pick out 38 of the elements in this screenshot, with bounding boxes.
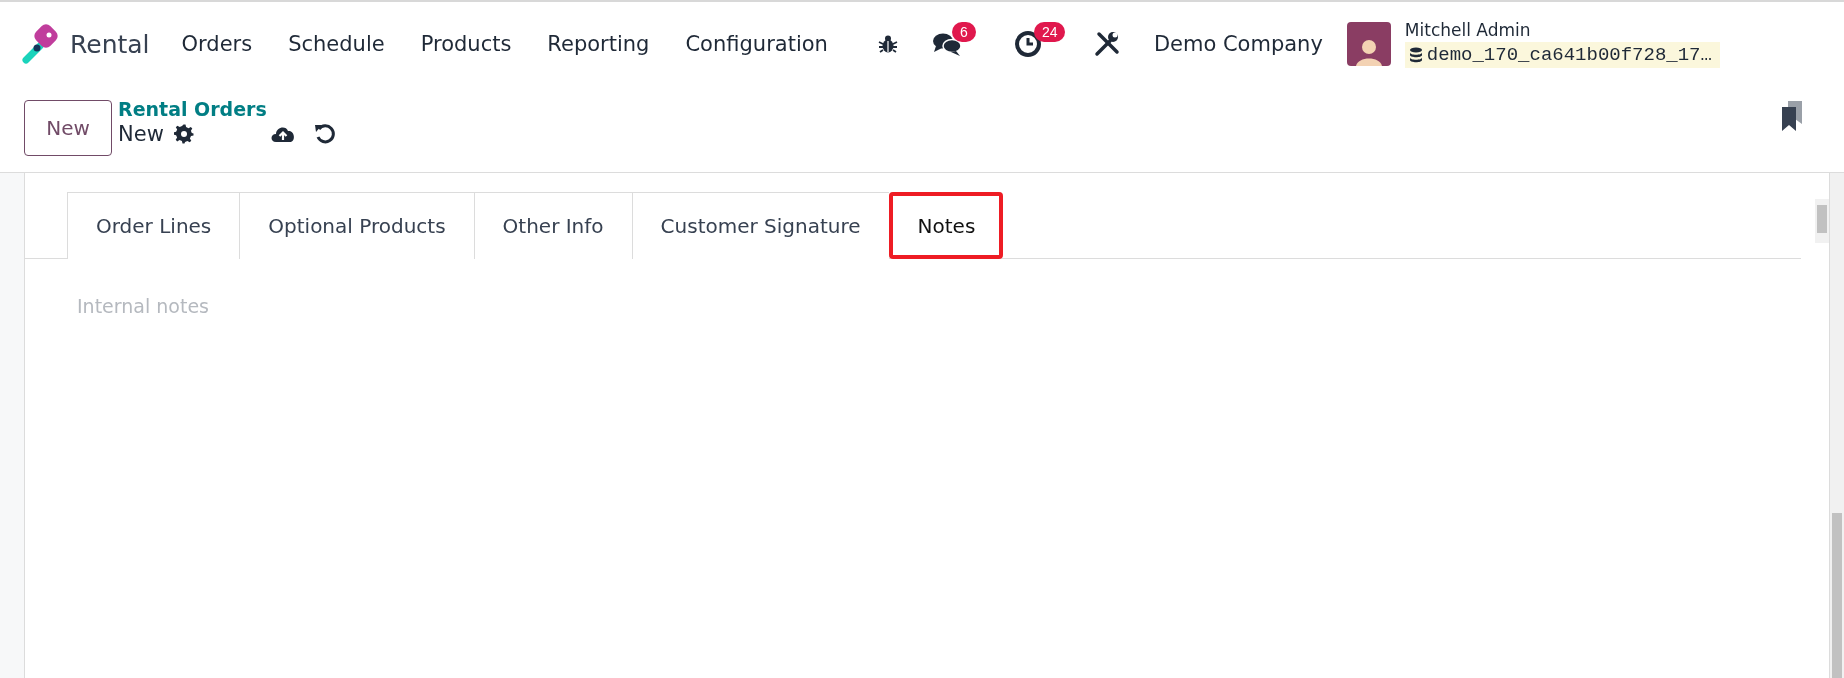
settings-button[interactable] xyxy=(173,124,194,144)
count-badge: 24 xyxy=(1033,22,1066,42)
user-avatar[interactable] xyxy=(1346,22,1391,66)
bookmarks-button[interactable] xyxy=(1780,100,1804,132)
breadcrumb-link[interactable]: Rental Orders xyxy=(118,98,336,120)
key-logo-icon xyxy=(22,24,58,64)
bookmarks-icon xyxy=(1780,100,1804,132)
clock-icon xyxy=(1013,30,1042,58)
messages-button[interactable]: 6 xyxy=(931,22,992,66)
app-name[interactable]: Rental xyxy=(70,29,150,59)
settings-icon xyxy=(173,124,194,144)
menu-item[interactable]: Products xyxy=(402,32,530,56)
discard-button[interactable] xyxy=(313,123,336,145)
count-badge: 6 xyxy=(951,22,976,42)
database-label: demo_170_ca641b00f728_17… xyxy=(1404,42,1720,68)
record-title: New xyxy=(118,122,164,146)
tab[interactable]: Other Info xyxy=(473,192,632,259)
menu-item[interactable]: Schedule xyxy=(270,32,403,56)
undo-icon xyxy=(313,123,336,145)
menu-item[interactable]: Orders xyxy=(163,32,271,56)
new-button[interactable]: New xyxy=(24,100,112,156)
tab[interactable]: Order Lines xyxy=(67,192,240,259)
menu-item[interactable]: Reporting xyxy=(529,32,668,56)
company-switcher[interactable]: Demo Company xyxy=(1153,32,1323,56)
notes-field[interactable]: Internal notes xyxy=(75,293,1829,678)
tools-icon xyxy=(1093,31,1120,57)
scrollbar[interactable] xyxy=(1815,199,1829,243)
database-icon xyxy=(1408,47,1423,63)
tab[interactable]: Notes xyxy=(888,192,1004,259)
scrollbar[interactable] xyxy=(1829,173,1844,678)
tab[interactable]: Customer Signature xyxy=(631,192,889,259)
save-cloud-button[interactable] xyxy=(269,124,296,144)
user-name[interactable]: Mitchell Admin xyxy=(1404,20,1720,40)
tab[interactable]: Optional Products xyxy=(239,192,474,259)
activities-button[interactable]: 24 xyxy=(1013,22,1072,66)
menu-item[interactable]: Configuration xyxy=(667,32,846,56)
cloud-upload-icon xyxy=(269,124,296,144)
bug-icon xyxy=(877,34,898,54)
